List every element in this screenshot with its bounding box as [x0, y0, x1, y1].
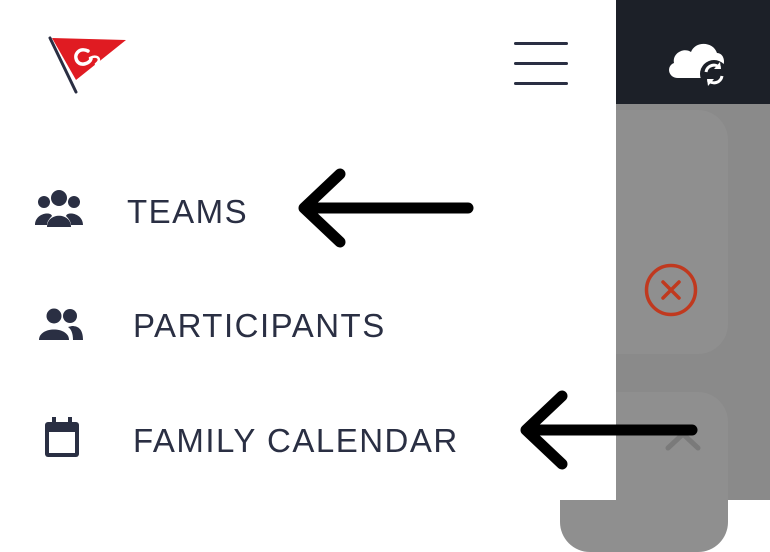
teams-icon	[35, 190, 83, 227]
cloud-sync-icon[interactable]	[664, 36, 730, 90]
menu-item-label: TEAMS	[127, 193, 249, 230]
menu-item-label: FAMILY CALENDAR	[133, 422, 459, 459]
left-arrow-annotation	[298, 168, 474, 248]
hamburger-menu-icon[interactable]	[510, 38, 572, 88]
cancel-circle-icon[interactable]	[643, 262, 699, 318]
calendar-icon	[45, 417, 79, 457]
people-icon	[39, 308, 83, 340]
menu-item-label: PARTICIPANTS	[133, 307, 386, 344]
menu-item-participants[interactable]: PARTICIPANTS	[0, 280, 616, 370]
club-pennant-logo[interactable]	[46, 30, 130, 96]
left-arrow-annotation	[520, 390, 698, 470]
